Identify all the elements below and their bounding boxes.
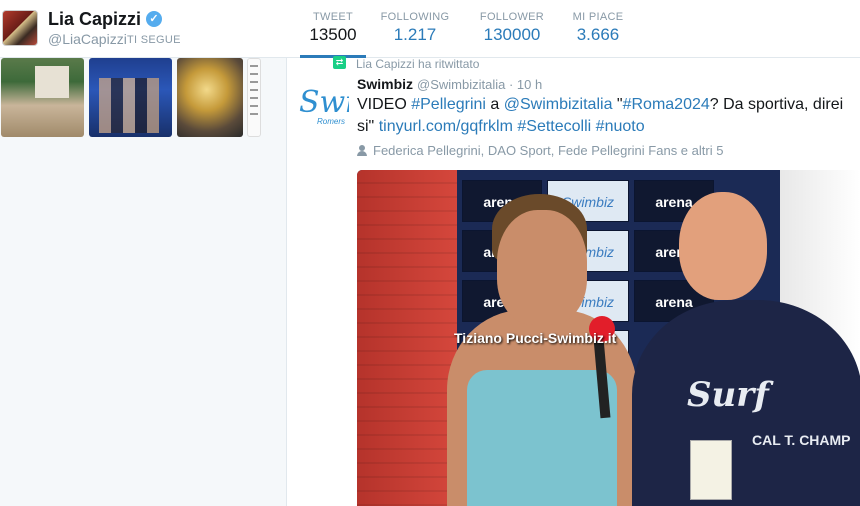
stat-followers-value: 130000 [483,25,541,44]
tweet-media-photo[interactable]: arena Swimbiz arena arena Swimbiz arena … [357,170,860,506]
photo-thumbnail[interactable] [1,58,84,137]
photo-interviewer-head [679,192,767,300]
left-sidebar [0,58,287,506]
photo-swimmer-face [497,210,587,325]
stat-following-value: 1.217 [393,25,437,44]
tweet-text-segment: " [612,96,623,113]
retweet-context[interactable]: Lia Capizzi ha ritwittato [356,57,479,71]
tweet-author-avatar[interactable]: Swi Romers [297,83,349,135]
hashtag-link[interactable]: #nuoto [596,118,645,135]
profile-header: Lia Capizzi ✓ @LiaCapizzi TI SEGUE TWEET… [0,0,860,58]
profile-name[interactable]: Lia Capizzi [48,9,141,30]
profile-avatar[interactable] [2,10,38,46]
hashtag-link[interactable]: #Pellegrini [411,96,486,113]
url-link[interactable]: tinyurl.com/gqfrklm [379,118,513,135]
stat-likes-value: 3.666 [576,25,620,44]
stat-followers-label: FOLLOWER [479,11,545,23]
photo-thumbnail[interactable] [89,58,172,137]
tweet-meta: @Swimbizitalia · 10 h [417,77,542,92]
tweet-timestamp[interactable]: 10 h [517,77,542,92]
photo-towel [467,370,617,506]
tweet-author-name[interactable]: Swimbiz [357,76,413,92]
photo-accreditation-badge [690,440,732,500]
stat-followers[interactable]: FOLLOWER 130000 [478,11,546,45]
stat-following-label: FOLLOWING [380,11,450,23]
shirt-print-text: CAL T. CHAMP [752,432,851,448]
avatar-logo-text: Swi [299,85,349,120]
mention-link[interactable]: @Swimbizitalia [504,96,613,113]
photo-thumbnail[interactable] [177,58,243,137]
tweet-text-segment: a [485,96,504,113]
meta-separator: · [508,77,517,92]
stat-tweets-label: TWEET [313,11,353,23]
liked-by-text: Federica Pellegrini, DAO Sport, Fede Pel… [373,143,724,158]
stat-tweets[interactable]: TWEET 13500 [300,11,366,45]
stat-following[interactable]: FOLLOWING 1.217 [380,11,450,45]
tweet-author-handle[interactable]: @Swimbizitalia [417,77,505,92]
photo-watermark-caption: Tiziano Pucci-Swimbiz.it [454,330,617,346]
avatar-logo-subtext: Romers [317,117,346,126]
retweet-icon: ⇄ [333,56,346,69]
follows-you-badge: TI SEGUE [127,34,181,46]
photo-red-wall [357,170,457,506]
tweet-text-segment: VIDEO [357,96,412,113]
tweet-text: VIDEO #Pellegrini a @Swimbizitalia "#Rom… [357,94,847,138]
verified-badge-icon: ✓ [146,11,162,27]
profile-handle[interactable]: @LiaCapizzi [48,31,127,47]
shirt-print-text: Surf [687,375,769,415]
stat-likes-label: MI PIACE [572,11,624,23]
user-icon [357,145,367,156]
liked-by-line[interactable]: Federica Pellegrini, DAO Sport, Fede Pel… [357,143,723,158]
stat-tweets-value: 13500 [309,25,357,44]
hashtag-link[interactable]: #Settecolli [517,118,591,135]
hashtag-link[interactable]: #Roma2024 [623,96,710,113]
photo-thumbnail[interactable] [247,58,261,137]
stat-likes[interactable]: MI PIACE 3.666 [570,11,626,45]
